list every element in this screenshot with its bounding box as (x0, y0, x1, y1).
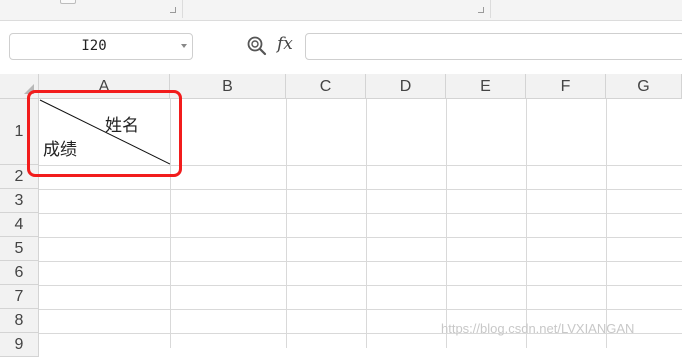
column-header-g[interactable]: G (606, 74, 682, 99)
grid-line (606, 99, 607, 348)
column-header-b[interactable]: B (170, 74, 286, 99)
formula-input[interactable] (305, 33, 682, 60)
formula-bar: I20 fx (0, 21, 682, 74)
watermark: https://blog.csdn.net/LVXIANGAN (441, 321, 635, 336)
column-header-e[interactable]: E (446, 74, 526, 99)
column-header-f[interactable]: F (526, 74, 606, 99)
grid-line (286, 99, 287, 348)
grid-line (39, 285, 682, 286)
fx-icon[interactable]: fx (277, 34, 293, 54)
grid-line (366, 99, 367, 348)
grid-line (39, 213, 682, 214)
row-header-4[interactable]: 4 (0, 213, 39, 237)
grid-line (39, 189, 682, 190)
ribbon-control[interactable] (60, 0, 76, 4)
name-box-value[interactable]: I20 (10, 34, 178, 59)
group-dialog-launcher-icon[interactable] (170, 7, 176, 13)
row-header-3[interactable]: 3 (0, 189, 39, 213)
group-dialog-launcher-icon[interactable] (478, 7, 484, 13)
ribbon-divider (182, 0, 183, 18)
grid-line (39, 237, 682, 238)
name-box[interactable]: I20 (9, 33, 193, 60)
row-header-6[interactable]: 6 (0, 261, 39, 285)
chevron-down-icon[interactable] (181, 44, 187, 48)
column-header-c[interactable]: C (286, 74, 366, 99)
grid-line (446, 99, 447, 348)
grid-line (39, 309, 682, 310)
row-header-5[interactable]: 5 (0, 237, 39, 261)
grid-line (39, 261, 682, 262)
ribbon-strip (0, 0, 682, 21)
ribbon-divider (490, 0, 491, 18)
grid-line (526, 99, 527, 348)
column-header-d[interactable]: D (366, 74, 446, 99)
row-header-9[interactable]: 9 (0, 333, 39, 357)
zoom-icon[interactable] (246, 35, 268, 57)
row-header-8[interactable]: 8 (0, 309, 39, 333)
highlight-box (27, 90, 182, 177)
row-header-7[interactable]: 7 (0, 285, 39, 309)
